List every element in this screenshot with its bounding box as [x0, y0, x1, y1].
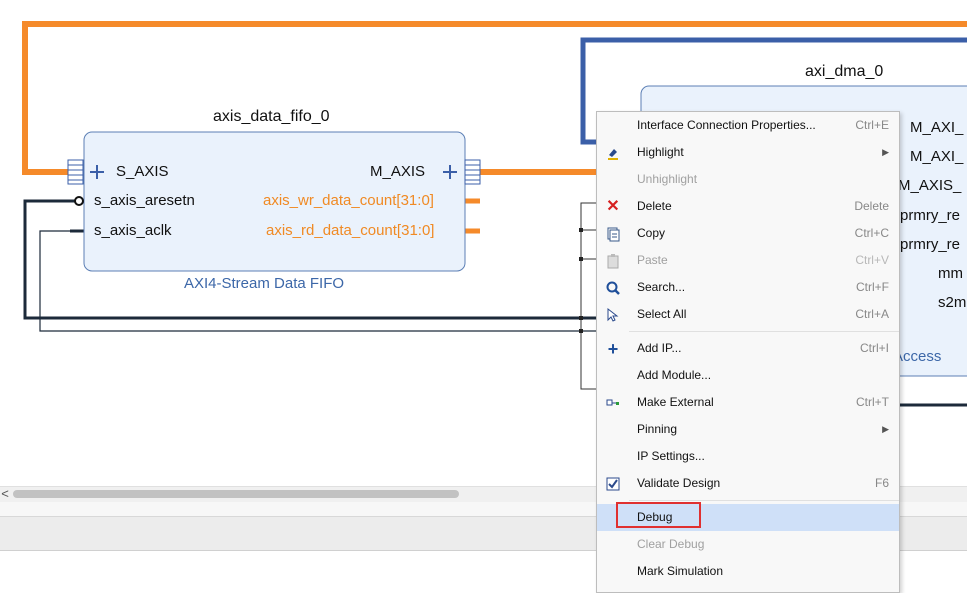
scroll-left-arrow-icon[interactable]: < [0, 486, 10, 502]
menu-item-label: Search... [637, 280, 686, 294]
menu-item-label: Add IP... [637, 341, 682, 355]
menu-item-clear-debug[interactable]: Clear Debug [597, 531, 899, 558]
dma-wire-a [580, 202, 596, 390]
dma-port-1[interactable]: M_AXI_ [910, 119, 963, 136]
menu-item-shortcut: Ctrl+E [855, 118, 889, 132]
dma-port-6[interactable]: mm [938, 265, 963, 282]
menu-item-label: Select All [637, 307, 687, 321]
menu-item-shortcut: Ctrl+I [859, 341, 889, 355]
menu-item-label: Highlight [637, 145, 684, 159]
context-menu: Interface Connection Properties... Ctrl+… [596, 111, 900, 593]
menu-item-delete[interactable]: ✕ Delete Delete [597, 193, 899, 220]
highlight-icon [605, 145, 621, 161]
fifo-instance-name: axis_data_fifo_0 [213, 108, 330, 125]
port-s-axis[interactable]: S_AXIS [116, 163, 169, 180]
menu-item-label: Pinning [637, 422, 678, 436]
dma-port-7[interactable]: s2m [938, 294, 966, 311]
menu-separator [629, 331, 899, 332]
menu-item-pinning[interactable]: Pinning ▶ [597, 416, 899, 443]
submenu-arrow-icon: ▶ [882, 424, 889, 434]
dma-port-4[interactable]: prmry_re [900, 207, 960, 224]
menu-item-add-ip[interactable]: + Add IP... Ctrl+I [597, 335, 899, 362]
menu-item-shortcut: Ctrl+A [855, 307, 889, 321]
search-icon [605, 280, 621, 296]
menu-item-shortcut: F6 [874, 476, 889, 490]
paste-icon [605, 253, 621, 269]
menu-item-label: Paste [637, 253, 668, 267]
fifo-ip-name: AXI4-Stream Data FIFO [184, 275, 345, 292]
menu-item-shortcut: Ctrl+T [856, 395, 889, 409]
menu-item-mark-simulation[interactable]: Mark Simulation [597, 558, 899, 585]
menu-item-shortcut: Delete [854, 199, 889, 213]
menu-item-ip-settings[interactable]: IP Settings... [597, 443, 899, 470]
menu-item-label: Interface Connection Properties... [637, 118, 816, 132]
port-s-axis-aclk[interactable]: s_axis_aclk [94, 222, 172, 239]
menu-item-interface-connection-properties[interactable]: Interface Connection Properties... Ctrl+… [597, 112, 899, 139]
validate-icon [605, 476, 621, 492]
m-axis-connector-icon[interactable] [464, 159, 481, 185]
menu-item-paste[interactable]: Paste Ctrl+V [597, 247, 899, 274]
menu-item-debug[interactable]: Debug [597, 502, 899, 531]
s-axis-connector-icon[interactable] [67, 159, 84, 185]
submenu-arrow-icon: ▶ [882, 147, 889, 157]
menu-item-add-module[interactable]: Add Module... [597, 362, 899, 389]
menu-item-unhighlight[interactable]: Unhighlight [597, 166, 899, 193]
dma-port-3[interactable]: M_AXIS_ [898, 177, 961, 194]
port-axis-wr-data-count[interactable]: axis_wr_data_count[31:0] [263, 192, 434, 209]
menu-item-label: Debug [637, 510, 673, 524]
menu-item-label: Make External [637, 395, 714, 409]
copy-icon [605, 226, 621, 242]
dma-port-2[interactable]: M_AXI_ [910, 148, 963, 165]
menu-separator [629, 500, 899, 501]
junction-dot [579, 228, 583, 232]
dma-port-5[interactable]: prmry_re [900, 236, 960, 253]
menu-item-shortcut: Ctrl+C [854, 226, 889, 240]
dma-ip-name: Access [893, 348, 942, 365]
port-axis-rd-data-count[interactable]: axis_rd_data_count[31:0] [266, 222, 434, 239]
horizontal-scrollbar-thumb[interactable] [13, 490, 459, 498]
menu-item-shortcut: Ctrl+F [856, 280, 889, 294]
junction-dot [579, 316, 583, 320]
add-icon: + [607, 339, 619, 359]
menu-item-copy[interactable]: Copy Ctrl+C [597, 220, 899, 247]
dma-instance-name: axi_dma_0 [805, 63, 884, 80]
menu-item-search[interactable]: Search... Ctrl+F [597, 274, 899, 301]
port-m-axis[interactable]: M_AXIS [370, 163, 425, 180]
delete-icon: ✕ [606, 198, 620, 215]
menu-item-select-all[interactable]: Select All Ctrl+A [597, 301, 899, 328]
menu-item-make-external[interactable]: Make External Ctrl+T [597, 389, 899, 416]
port-s-axis-aresetn[interactable]: s_axis_aresetn [94, 192, 195, 209]
menu-item-label: Unhighlight [637, 172, 698, 186]
menu-item-label: IP Settings... [637, 449, 705, 463]
menu-item-shortcut: Ctrl+V [855, 253, 889, 267]
menu-item-label: Copy [637, 226, 666, 240]
menu-item-label: Validate Design [637, 476, 721, 490]
menu-item-label: Add Module... [637, 368, 712, 382]
reset-bubble-icon [74, 196, 84, 206]
make-external-icon [605, 395, 621, 411]
junction-dot [579, 329, 583, 333]
menu-item-highlight[interactable]: Highlight ▶ [597, 139, 899, 166]
menu-item-label: Mark Simulation [637, 564, 724, 578]
menu-item-validate-design[interactable]: Validate Design F6 [597, 470, 899, 497]
junction-dot [579, 257, 583, 261]
select-all-icon [605, 307, 621, 323]
menu-item-label: Clear Debug [637, 537, 705, 551]
menu-item-label: Delete [637, 199, 672, 213]
